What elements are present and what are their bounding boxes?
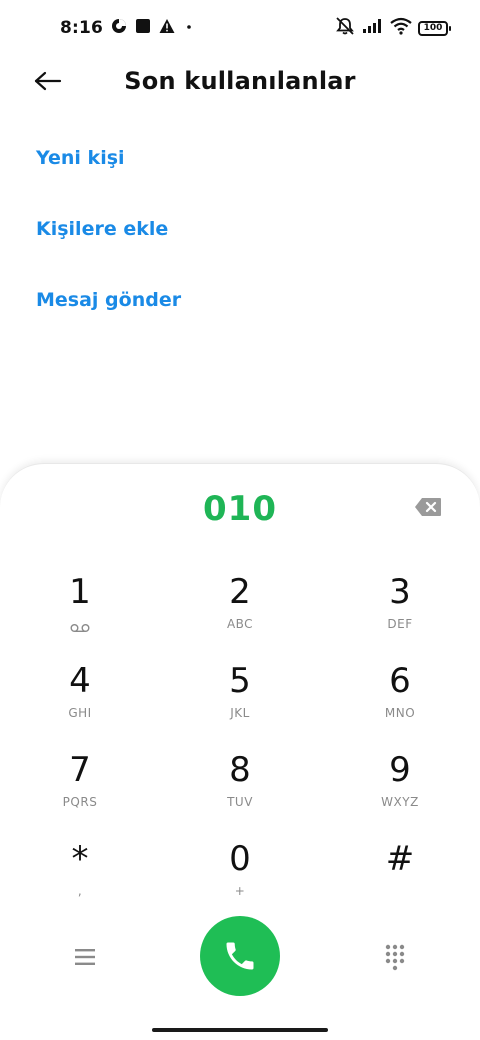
key-letters: JKL (230, 706, 250, 720)
key-digit: 7 (69, 750, 91, 790)
backspace-icon (415, 498, 441, 516)
battery-icon: 100 (418, 20, 451, 36)
key-digit: 0 (229, 839, 251, 879)
key-digit: 6 (389, 661, 411, 701)
wifi-icon (390, 17, 412, 39)
dialpad-icon (385, 944, 405, 971)
menu-icon (75, 949, 95, 965)
backspace-button[interactable] (414, 497, 442, 517)
dialpad-toggle-button[interactable] (385, 944, 405, 972)
data-saver-icon (111, 18, 127, 38)
status-bar-right: 100 (334, 16, 451, 40)
key-0[interactable]: 0 + (160, 839, 320, 928)
status-bar: 8:16 100 (0, 0, 480, 56)
key-4[interactable]: 4 GHI (0, 661, 160, 750)
key-digit: 2 (229, 572, 251, 612)
key-letters: DEF (387, 617, 413, 631)
key-9[interactable]: 9 WXYZ (320, 750, 480, 839)
key-1[interactable]: 1 (0, 572, 160, 661)
dialer-bottom-row (0, 916, 480, 1000)
key-letters: MNO (384, 706, 416, 720)
phone-screen: 8:16 100 Son kullanılanlar Yeni kişi Kiş… (0, 0, 480, 1040)
action-list: Yeni kişi Kişilere ekle Mesaj gönder (36, 140, 181, 353)
call-button[interactable] (200, 916, 280, 996)
warning-icon (159, 18, 175, 38)
dialer-sheet: 010 1 2 ABC 3 DEF 4 GHI 5 JKL 6 MNO 7 PQ… (0, 463, 480, 1040)
key-star[interactable]: * , (0, 839, 160, 928)
key-digit: 1 (69, 572, 91, 612)
key-2[interactable]: 2 ABC (160, 572, 320, 661)
key-digit: 3 (389, 572, 411, 612)
key-digit: # (385, 839, 415, 879)
app-header: Son kullanılanlar (0, 56, 480, 106)
signal-icon (362, 18, 384, 38)
send-message-link[interactable]: Mesaj gönder (36, 282, 181, 318)
mute-icon (334, 16, 356, 40)
key-6[interactable]: 6 MNO (320, 661, 480, 750)
status-time: 8:16 (60, 18, 104, 38)
dialed-number: 010 (203, 489, 277, 529)
key-letters: TUV (227, 795, 253, 809)
keypad: 1 2 ABC 3 DEF 4 GHI 5 JKL 6 MNO 7 PQRS 8… (0, 572, 480, 928)
menu-button[interactable] (73, 946, 97, 968)
back-button[interactable] (28, 64, 68, 98)
key-letters: WXYZ (381, 795, 419, 809)
key-digit: * (71, 839, 89, 879)
key-digit: 8 (229, 750, 251, 790)
key-digit: 5 (229, 661, 251, 701)
key-letters: + (234, 884, 246, 898)
key-7[interactable]: 7 PQRS (0, 750, 160, 839)
key-letters: PQRS (62, 795, 98, 809)
new-contact-link[interactable]: Yeni kişi (36, 140, 181, 176)
notification-square-icon (135, 18, 151, 38)
page-title: Son kullanılanlar (124, 67, 356, 95)
key-digit: 9 (389, 750, 411, 790)
key-digit: 4 (69, 661, 91, 701)
home-indicator[interactable] (152, 1028, 328, 1032)
arrow-left-icon (34, 71, 62, 91)
number-display: 010 (0, 482, 480, 536)
add-to-contacts-link[interactable]: Kişilere ekle (36, 211, 181, 247)
status-bar-left: 8:16 (60, 18, 195, 38)
key-letters: ABC (226, 617, 254, 631)
key-hash[interactable]: # (320, 839, 480, 928)
phone-icon (226, 942, 254, 970)
dot-icon (183, 18, 195, 38)
key-5[interactable]: 5 JKL (160, 661, 320, 750)
key-letters: , (77, 884, 83, 898)
key-8[interactable]: 8 TUV (160, 750, 320, 839)
key-3[interactable]: 3 DEF (320, 572, 480, 661)
key-letters: GHI (68, 706, 92, 720)
voicemail-icon (70, 618, 90, 637)
